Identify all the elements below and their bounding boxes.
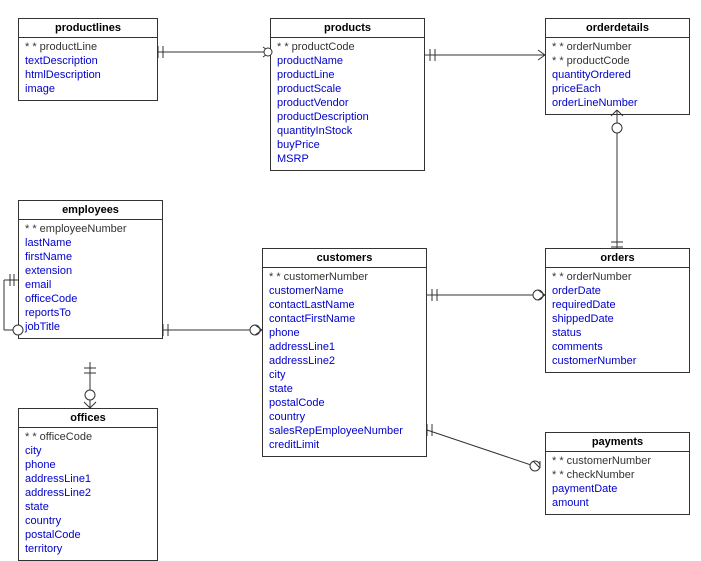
field-orderdetails-priceEach: priceEach <box>552 82 683 96</box>
entity-header-offices: offices <box>19 409 157 428</box>
entity-orders: orders* orderNumberorderDaterequiredDate… <box>545 248 690 373</box>
field-customers-salesRepEmployeeNumber: salesRepEmployeeNumber <box>269 424 420 438</box>
entity-body-productlines: * productLinetextDescriptionhtmlDescript… <box>19 38 157 100</box>
entity-customers: customers* customerNumbercustomerNamecon… <box>262 248 427 457</box>
er-diagram: productlines* productLinetextDescription… <box>0 0 701 560</box>
entity-header-productlines: productlines <box>19 19 157 38</box>
field-employees-employeeNumber: * employeeNumber <box>25 222 156 236</box>
entity-products: products* productCodeproductNameproductL… <box>270 18 425 171</box>
field-customers-contactLastName: contactLastName <box>269 298 420 312</box>
field-employees-lastName: lastName <box>25 236 156 250</box>
entity-body-orderdetails: * orderNumber* productCodequantityOrdere… <box>546 38 689 114</box>
entity-payments: payments* customerNumber* checkNumberpay… <box>545 432 690 515</box>
field-offices-officeCode: * officeCode <box>25 430 151 444</box>
field-payments-customerNumber: * customerNumber <box>552 454 683 468</box>
field-offices-country: country <box>25 514 151 528</box>
field-employees-firstName: firstName <box>25 250 156 264</box>
field-orders-requiredDate: requiredDate <box>552 298 683 312</box>
field-productlines-textDescription: textDescription <box>25 54 151 68</box>
field-offices-addressLine1: addressLine1 <box>25 472 151 486</box>
field-products-productDescription: productDescription <box>277 110 418 124</box>
entity-body-customers: * customerNumbercustomerNamecontactLastN… <box>263 268 426 456</box>
field-orders-customerNumber: customerNumber <box>552 354 683 368</box>
field-orderdetails-quantityOrdered: quantityOrdered <box>552 68 683 82</box>
field-offices-city: city <box>25 444 151 458</box>
field-employees-email: email <box>25 278 156 292</box>
entity-orderdetails: orderdetails* orderNumber* productCodequ… <box>545 18 690 115</box>
field-customers-contactFirstName: contactFirstName <box>269 312 420 326</box>
field-orders-shippedDate: shippedDate <box>552 312 683 326</box>
entity-offices: offices* officeCodecityphoneaddressLine1… <box>18 408 158 561</box>
field-customers-postalCode: postalCode <box>269 396 420 410</box>
field-customers-phone: phone <box>269 326 420 340</box>
field-products-productCode: * productCode <box>277 40 418 54</box>
field-products-quantityInStock: quantityInStock <box>277 124 418 138</box>
field-payments-paymentDate: paymentDate <box>552 482 683 496</box>
field-orders-status: status <box>552 326 683 340</box>
field-products-buyPrice: buyPrice <box>277 138 418 152</box>
field-orderdetails-orderNumber: * orderNumber <box>552 40 683 54</box>
field-orders-comments: comments <box>552 340 683 354</box>
field-products-productName: productName <box>277 54 418 68</box>
field-customers-country: country <box>269 410 420 424</box>
field-employees-extension: extension <box>25 264 156 278</box>
field-orders-orderNumber: * orderNumber <box>552 270 683 284</box>
entity-header-customers: customers <box>263 249 426 268</box>
entity-header-products: products <box>271 19 424 38</box>
field-orderdetails-productCode: * productCode <box>552 54 683 68</box>
field-customers-addressLine2: addressLine2 <box>269 354 420 368</box>
entity-header-orders: orders <box>546 249 689 268</box>
entity-body-payments: * customerNumber* checkNumberpaymentDate… <box>546 452 689 514</box>
field-payments-amount: amount <box>552 496 683 510</box>
field-offices-postalCode: postalCode <box>25 528 151 542</box>
entity-body-orders: * orderNumberorderDaterequiredDateshippe… <box>546 268 689 372</box>
entity-header-employees: employees <box>19 201 162 220</box>
field-offices-phone: phone <box>25 458 151 472</box>
field-products-MSRP: MSRP <box>277 152 418 166</box>
field-employees-jobTitle: jobTitle <box>25 320 156 334</box>
field-orders-orderDate: orderDate <box>552 284 683 298</box>
entity-body-products: * productCodeproductNameproductLineprodu… <box>271 38 424 170</box>
field-customers-state: state <box>269 382 420 396</box>
field-customers-customerName: customerName <box>269 284 420 298</box>
field-orderdetails-orderLineNumber: orderLineNumber <box>552 96 683 110</box>
entity-header-orderdetails: orderdetails <box>546 19 689 38</box>
field-products-productLine: productLine <box>277 68 418 82</box>
entity-header-payments: payments <box>546 433 689 452</box>
field-productlines-htmlDescription: htmlDescription <box>25 68 151 82</box>
field-productlines-image: image <box>25 82 151 96</box>
field-productlines-productLine: * productLine <box>25 40 151 54</box>
entity-productlines: productlines* productLinetextDescription… <box>18 18 158 101</box>
field-customers-creditLimit: creditLimit <box>269 438 420 452</box>
entity-body-employees: * employeeNumberlastNamefirstNameextensi… <box>19 220 162 338</box>
field-employees-officeCode: officeCode <box>25 292 156 306</box>
field-customers-city: city <box>269 368 420 382</box>
field-customers-customerNumber: * customerNumber <box>269 270 420 284</box>
field-products-productVendor: productVendor <box>277 96 418 110</box>
entity-body-offices: * officeCodecityphoneaddressLine1address… <box>19 428 157 560</box>
entity-employees: employees* employeeNumberlastNamefirstNa… <box>18 200 163 339</box>
field-products-productScale: productScale <box>277 82 418 96</box>
field-customers-addressLine1: addressLine1 <box>269 340 420 354</box>
field-offices-addressLine2: addressLine2 <box>25 486 151 500</box>
field-employees-reportsTo: reportsTo <box>25 306 156 320</box>
field-offices-territory: territory <box>25 542 151 556</box>
field-payments-checkNumber: * checkNumber <box>552 468 683 482</box>
field-offices-state: state <box>25 500 151 514</box>
